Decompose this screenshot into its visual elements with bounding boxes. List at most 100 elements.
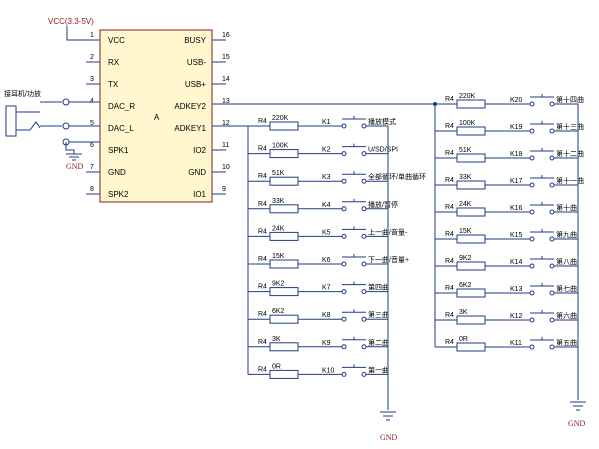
chip-pin-number: 16: [222, 32, 230, 39]
switch-icon: [530, 256, 554, 260]
chip-pin-number: 1: [90, 32, 94, 39]
resistor-value: 0R: [459, 336, 468, 343]
switch-ref: K15: [510, 232, 523, 239]
switch-contact: [529, 182, 535, 188]
resistor-ref: R4: [258, 256, 267, 263]
resistor: [456, 261, 486, 271]
switch-contact: [529, 155, 535, 161]
key-function-label: 第五曲: [556, 338, 577, 347]
right-key-ladder: R4 220K K20 第十四曲 R4 100K K19 第十三曲 R4 51K K18 第十二曲 R4…: [434, 93, 584, 352]
switch-contact: [341, 344, 347, 350]
resistor-value: 15K: [459, 228, 472, 235]
resistor: [269, 342, 299, 352]
schematic-diagram: VCC(3.3-5V) A VCC1RX2TX3DAC_R4DAC_L5SPK1…: [4, 17, 586, 442]
resistor-value: 220K: [272, 115, 289, 122]
switch-icon: [342, 143, 366, 148]
resistor-ref: R4: [258, 173, 267, 180]
resistor-ref: R4: [258, 366, 267, 373]
resistor: [456, 153, 486, 163]
ground-label-left: GND: [380, 433, 398, 442]
resistor-value: 33K: [272, 198, 285, 205]
chip-pin-name: SPK2: [108, 190, 129, 199]
resistor-value: 6K2: [272, 308, 285, 315]
switch-contact: [361, 178, 367, 184]
resistor-value: 100K: [459, 120, 476, 127]
switch-contact: [361, 123, 367, 129]
vcc-label: VCC(3.3-5V): [48, 17, 94, 26]
resistor: [456, 207, 486, 217]
chip-pin-name: DAC_R: [108, 102, 135, 111]
key-function-label: 播放模式: [368, 117, 396, 126]
chip-pin-number: 2: [90, 54, 94, 61]
resistor: [269, 314, 299, 324]
switch-contact: [361, 371, 367, 377]
switch-contact: [341, 261, 347, 267]
switch-contact: [341, 289, 347, 295]
resistor-ref: R4: [258, 284, 267, 291]
switch-ref: K11: [510, 340, 522, 347]
resistor-ref: R4: [445, 258, 454, 265]
chip-pin-name: VCC: [108, 36, 125, 45]
resistor: [456, 99, 486, 109]
resistor-value: 0R: [272, 363, 281, 370]
chip-pin-name: SPK1: [108, 146, 129, 155]
jack-wires: [69, 101, 100, 143]
key-function-label: 第六曲: [556, 311, 577, 320]
switch-contact: [529, 263, 535, 269]
switch-ref: K10: [322, 367, 335, 374]
chip-pin-name: IO1: [193, 190, 206, 199]
key-function-label: 第十三曲: [556, 122, 584, 131]
switch-ref: K12: [510, 313, 523, 320]
chip-pin-number: 14: [222, 76, 230, 83]
chip-pin-number: 6: [90, 142, 94, 149]
switch-contact: [549, 290, 555, 296]
switch-icon: [530, 202, 554, 206]
switch-contact: [549, 236, 555, 242]
resistor: [269, 176, 299, 186]
switch-contact: [549, 209, 555, 215]
switch-ref: K9: [322, 340, 331, 347]
chip-pin-name: DAC_L: [108, 124, 134, 133]
switch-ref: K1: [322, 119, 331, 126]
switch-contact: [341, 233, 347, 239]
switch-ref: K7: [322, 285, 331, 292]
key-function-label: 第三曲: [368, 310, 389, 319]
chip-pin-name: USB-: [187, 58, 206, 67]
key-function-label: 第四曲: [368, 283, 389, 292]
resistor-value: 6K2: [459, 282, 472, 289]
chip-pin-name: ADKEY1: [174, 124, 206, 133]
resistor: [269, 121, 299, 131]
left-key-ladder: R4 220K K1 播放模式 R4 100K K2 U/SD/SPI R4 51K K3 全部循环/…: [247, 115, 426, 379]
resistor-value: 33K: [459, 174, 472, 181]
switch-ref: K14: [510, 259, 523, 266]
switch-contact: [361, 344, 367, 350]
audio-jack-icon: [5, 101, 62, 137]
key-function-label: 第十一曲: [556, 176, 584, 185]
key-function-label: 第七曲: [556, 284, 577, 293]
resistor-ref: R4: [445, 312, 454, 319]
resistor-value: 51K: [459, 147, 472, 154]
switch-ref: K4: [322, 202, 331, 209]
switch-contact: [341, 151, 347, 157]
switch-contact: [549, 344, 555, 350]
chip-pin-number: 3: [90, 76, 94, 83]
resistor-ref: R4: [258, 339, 267, 346]
switch-icon: [530, 175, 554, 179]
switch-ref: K5: [322, 229, 331, 236]
chip-pin-number: 11: [222, 142, 229, 149]
switch-contact: [361, 233, 367, 239]
jack-ground-wire: [65, 142, 75, 154]
switch-icon: [530, 337, 554, 341]
resistor: [456, 315, 486, 325]
chip-pin-number: 15: [222, 54, 230, 61]
resistor-value: 220K: [459, 93, 476, 100]
ground-label-jack: GND: [66, 162, 84, 171]
switch-icon: [530, 121, 554, 125]
switch-icon: [342, 198, 366, 203]
switch-icon: [530, 94, 554, 98]
switch-icon: [342, 254, 366, 258]
resistor: [269, 287, 299, 297]
ground-symbol-icon: [380, 411, 396, 421]
chip-pin-name: GND: [108, 168, 126, 177]
switch-contact: [549, 317, 555, 323]
